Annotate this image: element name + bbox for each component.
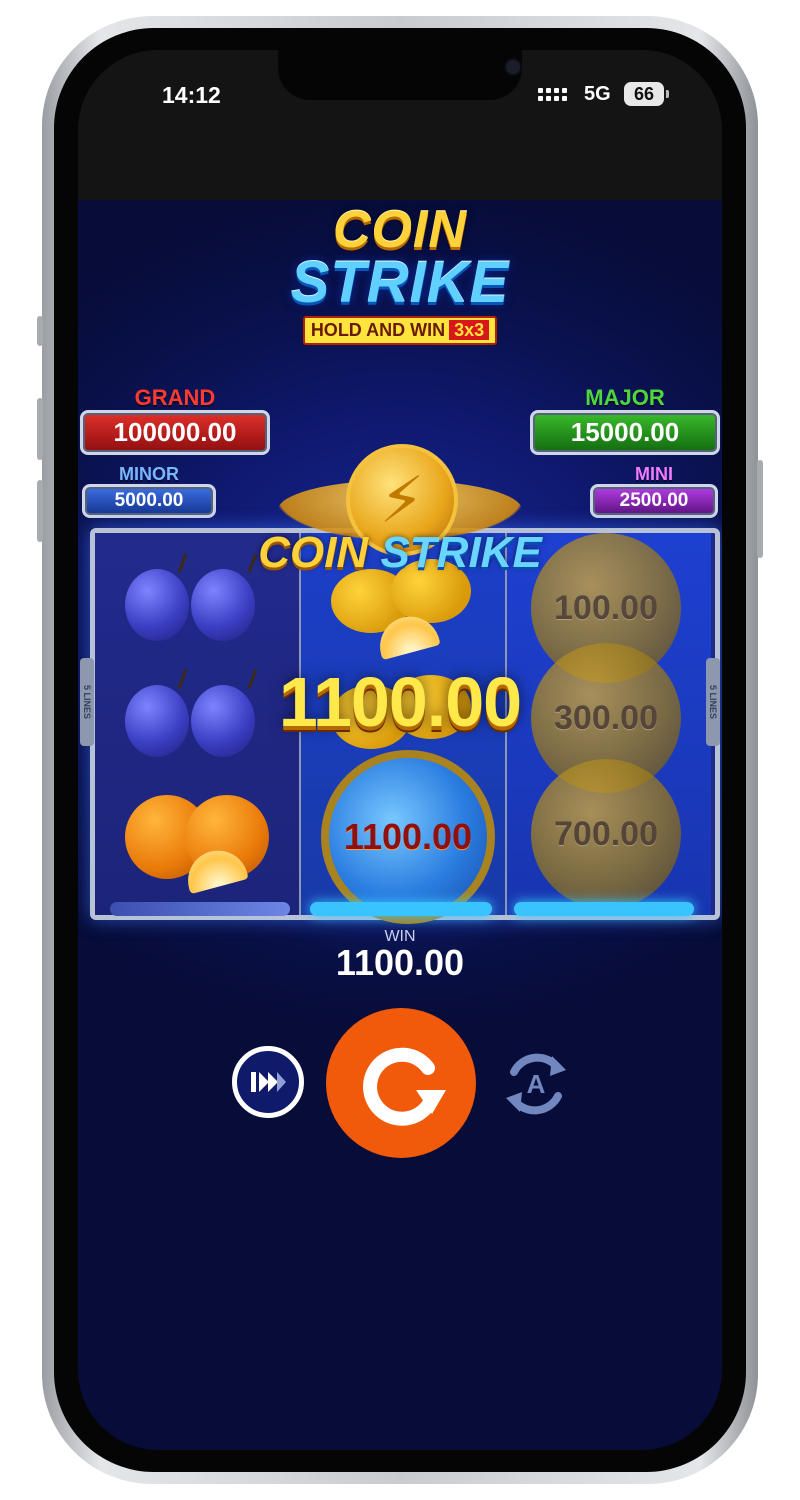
win-value: 1100.00 <box>335 942 465 983</box>
spin-button[interactable] <box>326 1008 476 1158</box>
status-bar: 14:12 5G 66 <box>78 50 722 200</box>
logo-subtitle: HOLD AND WIN 3x3 <box>302 316 498 345</box>
jackpot-grand-label: GRAND <box>134 385 216 410</box>
reel-2-bar <box>310 902 492 916</box>
autoplay-button[interactable]: A <box>496 1044 576 1124</box>
jackpot-minor: MINOR 5000.00 <box>82 464 216 518</box>
volume-up-button <box>37 398 43 460</box>
battery-icon: 66 <box>624 82 664 106</box>
mute-switch <box>37 316 43 346</box>
fast-forward-icon <box>251 1072 286 1092</box>
turbo-button[interactable] <box>232 1046 304 1118</box>
coin-value: 100.00 <box>554 588 658 627</box>
power-button <box>757 460 763 558</box>
jackpot-minor-value: 5000.00 <box>82 484 216 518</box>
game-screen: 14:12 5G 66 COIN STRIKE HOLD AND WIN 3x3 … <box>78 50 722 1450</box>
reel-logo-strike: STRIKE <box>380 528 542 577</box>
jackpot-major-value: 15000.00 <box>530 410 720 455</box>
camera-icon <box>504 58 522 76</box>
jackpot-major-label: MAJOR <box>585 385 665 410</box>
coin-value: 700.00 <box>554 814 658 853</box>
reel-1-bar <box>110 902 290 916</box>
jackpot-grand-value: 100000.00 <box>80 410 270 455</box>
big-win-amount: 1100.00 <box>278 663 522 741</box>
reel-logo-coin: COIN <box>258 528 369 577</box>
volume-down-button <box>37 480 43 542</box>
reel-logo: COIN STRIKE <box>228 528 572 578</box>
autoplay-letter: A <box>526 1068 546 1099</box>
jackpot-grand: GRAND 100000.00 <box>80 386 270 455</box>
notch <box>278 50 522 100</box>
logo-subtitle-text: HOLD AND WIN <box>310 320 446 340</box>
jackpot-mini-label: MINI <box>635 464 673 484</box>
jackpot-mini-value: 2500.00 <box>590 484 718 518</box>
jackpot-major: MAJOR 15000.00 <box>530 386 720 455</box>
logo-strike-text: STRIKE <box>290 250 510 315</box>
coin-symbol: 700.00 <box>531 759 681 909</box>
jackpot-mini: MINI 2500.00 <box>590 464 718 518</box>
game-logo: COIN STRIKE HOLD AND WIN 3x3 <box>268 202 532 345</box>
signal-icon <box>538 88 567 101</box>
blue-coin-value: 1100.00 <box>343 816 473 857</box>
paylines-tag-left: 5 LINES <box>80 658 94 746</box>
orange-symbol <box>125 795 269 895</box>
jackpot-minor-label: MINOR <box>119 464 179 484</box>
reel-3-bar <box>514 902 694 916</box>
battery-tip <box>666 90 669 98</box>
logo-subtitle-badge: 3x3 <box>449 320 490 340</box>
paylines-tag-right: 5 LINES <box>706 658 720 746</box>
blue-coin-symbol: 1100.00 <box>321 750 495 924</box>
network-type: 5G <box>584 83 611 105</box>
spin-icon <box>363 1047 446 1126</box>
status-time: 14:12 <box>162 82 221 108</box>
